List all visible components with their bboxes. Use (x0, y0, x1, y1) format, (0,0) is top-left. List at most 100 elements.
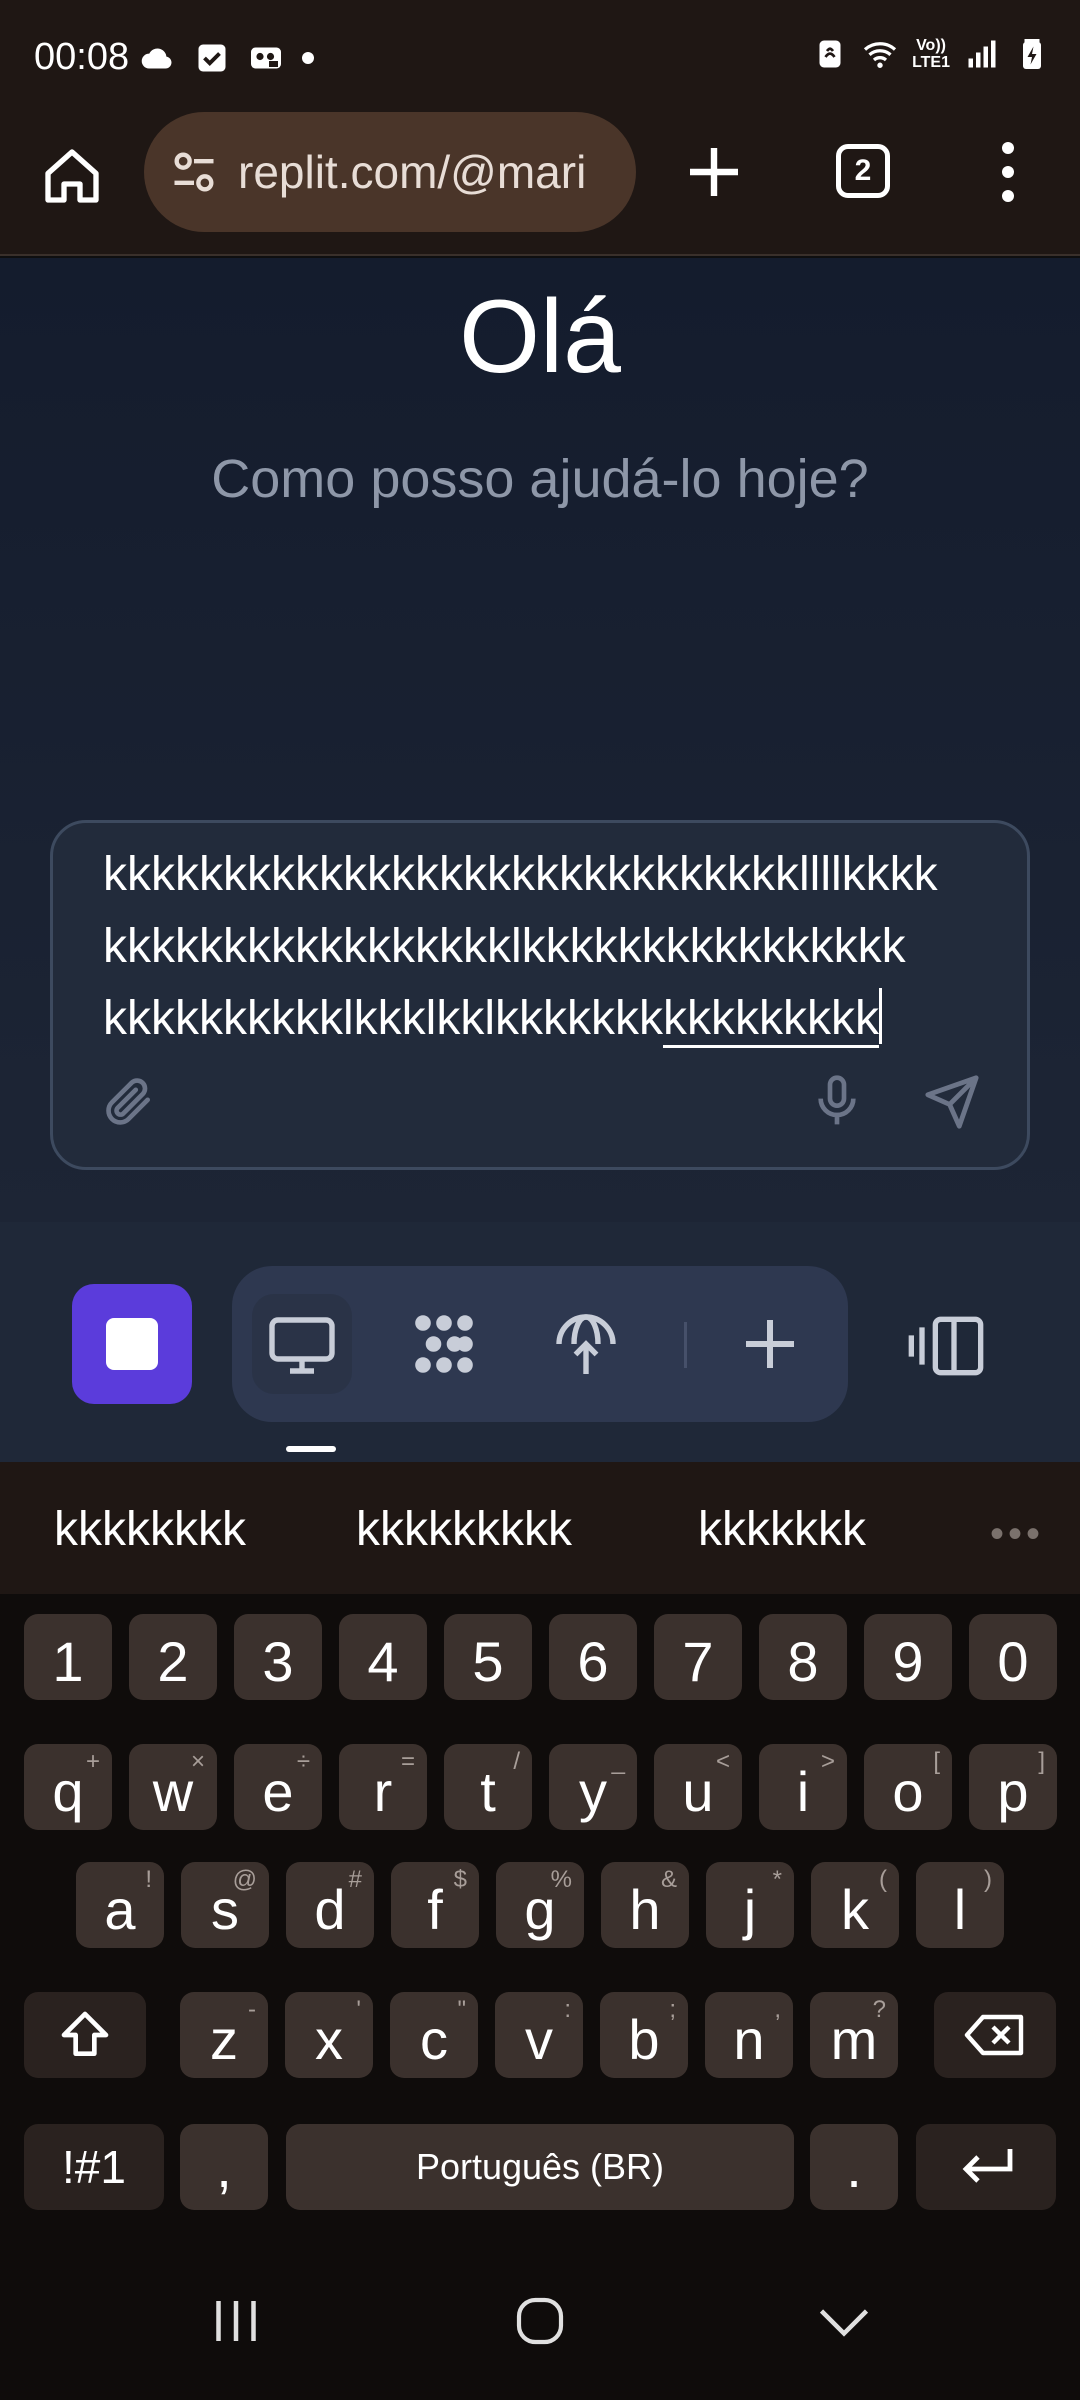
suggestion-3[interactable]: kkkkkkk (698, 1502, 866, 1557)
space-key[interactable]: Português (BR) (286, 2124, 794, 2210)
active-tool-indicator (286, 1446, 336, 1452)
site-settings-icon[interactable] (168, 146, 220, 198)
key-r[interactable]: r = (339, 1744, 427, 1830)
key-7[interactable]: 7 (654, 1614, 742, 1700)
key-4[interactable]: 4 (339, 1614, 427, 1700)
key-k[interactable]: k( (811, 1862, 899, 1948)
key-e[interactable]: e ÷ (234, 1744, 322, 1830)
key-d[interactable]: d # (286, 1862, 374, 1948)
key-2-label: 2 (157, 1629, 189, 1693)
key-m[interactable]: m? (810, 1992, 898, 2078)
replit-chat-page: Olá Como posso ajudá-lo hoje? kkkkkkkkkk… (0, 258, 1080, 1222)
key-t[interactable]: t / (444, 1744, 532, 1830)
status-bar: 00:08 Vo)) LTE1 (0, 0, 1080, 118)
nfc-icon (812, 36, 848, 72)
chat-line-3-text: kkkkkkkkkklkkklkklkkkkkkk (103, 992, 663, 1045)
agent-icon[interactable] (394, 1294, 494, 1394)
key-i-label: i (796, 1759, 810, 1823)
key-r-label: r (373, 1759, 393, 1823)
key-1-label: 1 (52, 1629, 84, 1693)
key-l[interactable]: l) (916, 1862, 1004, 1948)
key-w-secondary: × (190, 1748, 205, 1775)
key-p-secondary: ] (1038, 1748, 1045, 1775)
key-z[interactable]: z- (180, 1992, 268, 2078)
symbols-key[interactable]: !#1 (24, 2124, 164, 2210)
key-y-secondary: _ (611, 1748, 625, 1775)
key-h[interactable]: h & (601, 1862, 689, 1948)
backspace-key[interactable] (934, 1992, 1056, 2078)
key-r-secondary: = (400, 1748, 415, 1775)
key-b-secondary: ; (669, 1996, 676, 2023)
attach-icon[interactable] (101, 1073, 157, 1129)
key-y[interactable]: y _ (549, 1744, 637, 1830)
replit-toolbar (0, 1222, 1080, 1462)
shift-key[interactable] (24, 1992, 146, 2078)
key-i[interactable]: i > (759, 1744, 847, 1830)
key-b[interactable]: b; (600, 1992, 688, 2078)
key-2[interactable]: 2 (129, 1614, 217, 1700)
panel-toggle-icon[interactable] (906, 1314, 986, 1378)
more-menu-icon[interactable] (996, 142, 1020, 202)
home-icon[interactable] (40, 144, 104, 208)
address-bar[interactable]: replit.com/@mari (144, 112, 636, 232)
key-c[interactable]: c " (390, 1992, 478, 2078)
key-a[interactable]: a! (76, 1862, 164, 1948)
preview-desktop-icon[interactable] (252, 1294, 352, 1394)
hide-keyboard-icon[interactable] (804, 2286, 884, 2356)
key-4-label: 4 (367, 1629, 399, 1693)
key-x[interactable]: x ' (285, 1992, 373, 2078)
add-tool-icon[interactable] (720, 1294, 820, 1394)
send-icon[interactable] (923, 1073, 981, 1131)
key-p-label: p (997, 1759, 1029, 1823)
key-u[interactable]: u < (654, 1744, 742, 1830)
tab-switcher-icon[interactable]: 2 (836, 144, 890, 198)
key-j[interactable]: j * (706, 1862, 794, 1948)
key-g[interactable]: g% (496, 1862, 584, 1948)
more-suggestions-icon[interactable]: ••• (990, 1512, 1044, 1557)
microphone-icon[interactable] (809, 1071, 865, 1131)
key-3[interactable]: 3 (234, 1614, 322, 1700)
key-v[interactable]: v: (495, 1992, 583, 2078)
notification-dot (302, 52, 314, 64)
key-6[interactable]: 6 (549, 1614, 637, 1700)
key-n[interactable]: n, (705, 1992, 793, 2078)
key-o[interactable]: o[ (864, 1744, 952, 1830)
status-notifications (140, 40, 314, 76)
key-s[interactable]: s @ (181, 1862, 269, 1948)
volte-icon: Vo)) LTE1 (912, 37, 950, 71)
key-a-label: a (104, 1877, 136, 1941)
new-tab-plus-icon[interactable] (682, 140, 746, 204)
key-0[interactable]: 0 (969, 1614, 1057, 1700)
key-9[interactable]: 9 (864, 1614, 952, 1700)
key-d-secondary: # (348, 1866, 362, 1893)
key-1[interactable]: 1 (24, 1614, 112, 1700)
key-5[interactable]: 5 (444, 1614, 532, 1700)
key-m-secondary: ? (872, 1996, 886, 2023)
page-subtitle: Como posso ajudá-lo hoje? (211, 449, 869, 509)
key-8[interactable]: 8 (759, 1614, 847, 1700)
key-o-label: o (892, 1759, 924, 1823)
deploy-icon[interactable] (536, 1294, 636, 1394)
chat-line-3: kkkkkkkkkklkkklkklkkkkkkkkkkkkkkkk (103, 983, 1003, 1055)
keyboard-suggestion-bar: kkkkkkkk kkkkkkkkk kkkkkkk ••• (0, 1462, 1080, 1594)
comma-key[interactable]: , (180, 2124, 268, 2210)
enter-key[interactable] (916, 2124, 1056, 2210)
key-j-secondary: * (772, 1866, 782, 1893)
chat-input-box[interactable]: kkkkkkkkkkkkkkkkkkkkkkkkkkkkkllllkkkk kk… (50, 820, 1030, 1170)
key-d-label: d (314, 1877, 346, 1941)
recent-apps-icon[interactable] (196, 2286, 276, 2356)
home-circle-icon[interactable] (500, 2286, 580, 2356)
stop-button[interactable] (72, 1284, 192, 1404)
suggestion-2[interactable]: kkkkkkkkk (356, 1502, 572, 1557)
chat-input-text[interactable]: kkkkkkkkkkkkkkkkkkkkkkkkkkkkkllllkkkk kk… (103, 839, 1003, 1055)
key-8-label: 8 (787, 1629, 819, 1693)
period-key[interactable]: . (810, 2124, 898, 2210)
key-q[interactable]: q + (24, 1744, 112, 1830)
key-i-secondary: > (820, 1748, 835, 1775)
suggestion-1[interactable]: kkkkkkkk (54, 1502, 246, 1557)
key-f[interactable]: f $ (391, 1862, 479, 1948)
url-text[interactable]: replit.com/@mari (238, 145, 618, 199)
key-p[interactable]: p] (969, 1744, 1057, 1830)
key-t-label: t (480, 1759, 496, 1823)
key-w[interactable]: w × (129, 1744, 217, 1830)
